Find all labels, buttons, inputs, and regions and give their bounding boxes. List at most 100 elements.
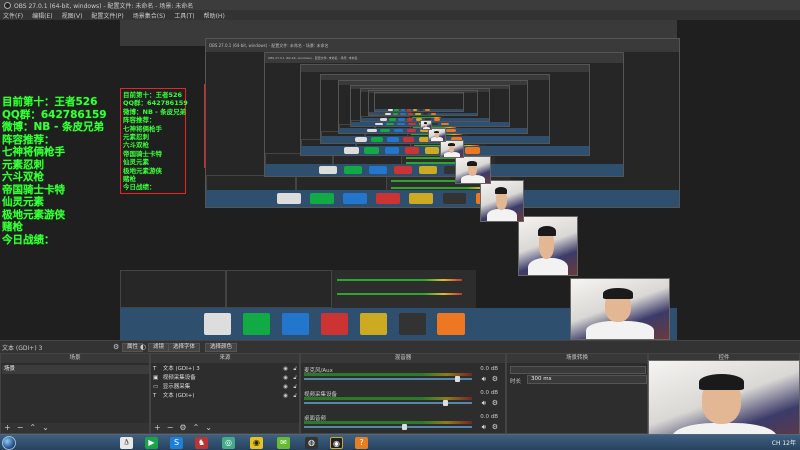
overlay-line: 元素忍刺 (2, 158, 44, 171)
audio-mixer-dock: 混音器 麦克风/Aux 0.0 dB 🔊︎ ⚙ 视频采集设备 0.0 dB 🔊︎… (300, 353, 506, 434)
browser-icon[interactable]: S (170, 437, 183, 449)
overlay-line: QQ群：642786159 (2, 108, 107, 121)
window-titlebar[interactable]: OBS 27.0.1 (64-bit, windows) - 配置文件: 未命名… (0, 0, 800, 10)
menu-bar: 文件(F) 编辑(E) 视图(V) 配置文件(P) 场景集合(S) 工具(T) … (0, 10, 800, 20)
add-source-button[interactable]: + (154, 424, 161, 432)
menu-profile[interactable]: 配置文件(P) (91, 11, 123, 20)
volume-meter (304, 421, 472, 424)
sources-dock: 来源 T 文本 (GDI+) 3 ◉ 🔓︎ ▣ 视频采集设备 ◉ 🔓︎ ▭ 显示… (150, 353, 300, 434)
lock-icon[interactable]: 🔓︎ (293, 392, 297, 401)
overlay-line: 微博：NB - 条皮兄弟 (2, 121, 104, 133)
volume-slider-handle[interactable] (455, 376, 460, 382)
nested-webcam (518, 216, 578, 276)
move-up-icon[interactable]: ⌃ (193, 424, 200, 432)
source-name: 文本 (GDI+) (162, 393, 195, 399)
start-button[interactable] (2, 436, 16, 450)
game-icon[interactable]: ♞ (195, 437, 208, 449)
nested-titlebar (375, 93, 463, 95)
move-down-icon[interactable]: ⌄ (42, 424, 49, 432)
gear-icon[interactable]: ⚙ (492, 375, 498, 383)
chat-icon[interactable]: ◉ (250, 437, 263, 449)
remove-source-button[interactable]: − (167, 424, 174, 432)
scene-transitions-dock: 场景转换 时长 300 ms (506, 353, 648, 434)
scenes-dock-title: 场景 (1, 354, 149, 363)
source-item[interactable]: ▭ 显示器采集 ◉ 🔓︎ (153, 383, 298, 392)
select-color-button[interactable]: 选择颜色 (205, 343, 238, 352)
obs-window-icon[interactable]: ◉ (330, 437, 343, 449)
source-item[interactable]: ▣ 视频采集设备 ◉ 🔓︎ (153, 374, 298, 383)
speaker-icon[interactable]: 🔊︎ (482, 399, 486, 408)
nested-window-title: OBS 27.0.1 (64-bit, windows) - 配置文件: 未命名… (209, 43, 329, 48)
visibility-eye-icon[interactable]: ◉ (283, 392, 288, 401)
visibility-eye-icon[interactable]: ◉ (283, 383, 288, 392)
remove-scene-button[interactable]: − (17, 424, 24, 432)
menu-help[interactable]: 帮助(H) (204, 11, 225, 20)
overlay-line: 极地元素游侠 (2, 208, 65, 221)
preview-canvas[interactable]: 目前第十：王者526 QQ群：642786159 微博：NB - 条皮兄弟 阵容… (0, 20, 800, 340)
source-toolbar: 文本 (GDI+) 3 ⚙ 属性 ◐ 滤镜 选择字体 选择颜色 (0, 340, 800, 353)
speaker-icon[interactable]: 🔊︎ (482, 375, 486, 384)
source-name: 显示器采集 (162, 384, 191, 390)
gear-icon[interactable]: ⚙ (492, 423, 498, 431)
menu-edit[interactable]: 编辑(E) (32, 11, 52, 20)
nested-taskbar (206, 190, 679, 207)
source-settings-icon[interactable]: ⚙ (179, 424, 186, 432)
move-down-icon[interactable]: ⌄ (205, 424, 212, 432)
mixer-dock-title: 混音器 (301, 354, 505, 363)
speaker-icon[interactable]: 🔊︎ (482, 423, 486, 432)
filters-button[interactable]: 滤镜 (148, 343, 170, 352)
select-font-button[interactable]: 选择字体 (168, 343, 201, 352)
mixer-channel: 麦克风/Aux 0.0 dB 🔊︎ ⚙ (304, 366, 502, 384)
gear-icon[interactable]: ⚙ (492, 399, 498, 407)
scene-list-item[interactable]: 场景 (2, 365, 149, 374)
overlay-line: 目前第十：王者526 (2, 96, 98, 108)
overlay-line: 赌枪 (2, 221, 23, 233)
nested-webcam (480, 180, 524, 222)
add-scene-button[interactable]: + (4, 424, 11, 432)
menu-file[interactable]: 文件(F) (3, 11, 23, 20)
qq-icon[interactable]: 🐧︎ (120, 437, 133, 449)
move-up-icon[interactable]: ⌃ (29, 424, 36, 432)
menu-tools[interactable]: 工具(T) (174, 11, 194, 20)
duration-input[interactable]: 300 ms (527, 375, 647, 384)
lock-icon[interactable]: 🔓︎ (293, 383, 297, 392)
gear-icon[interactable]: ⚙ (113, 343, 119, 351)
media-player-icon[interactable]: ▶ (145, 437, 158, 449)
mixer-channel: 视频采集设备 0.0 dB 🔊︎ ⚙ (304, 390, 502, 408)
text-source-icon: T (153, 366, 157, 372)
channel-db: 0.0 dB (480, 390, 498, 396)
transition-select[interactable] (510, 366, 646, 374)
monitor-icon: ▭ (153, 384, 159, 390)
overlay-line: 今日战绩： (2, 233, 55, 246)
app-icon[interactable]: ✉ (277, 437, 290, 449)
nested-sources-panel (225, 269, 332, 308)
volume-slider-handle[interactable] (402, 424, 407, 430)
volume-slider-handle[interactable] (443, 400, 448, 406)
overlay-line: 阵容推荐： (2, 133, 55, 146)
selected-source-label: 文本 (GDI+) 3 (2, 345, 43, 352)
overlay-line: 帝国骑士卡特 (2, 183, 65, 196)
nested-titlebar (301, 65, 589, 73)
volume-slider[interactable] (304, 378, 472, 380)
lock-icon[interactable]: 🔓︎ (293, 374, 297, 383)
nested-webcam (440, 140, 464, 158)
chrome-icon[interactable]: ◎ (222, 437, 235, 449)
volume-meter (304, 373, 472, 376)
overlay-text-large: 目前第十：王者526 QQ群：642786159 微博：NB - 条皮兄弟 阵容… (2, 96, 107, 246)
source-item[interactable]: T 文本 (GDI+) ◉ 🔓︎ (153, 392, 298, 401)
nested-webcam (455, 156, 491, 184)
source-item[interactable]: T 文本 (GDI+) 3 ◉ 🔓︎ (153, 365, 298, 374)
help-icon[interactable]: ? (355, 437, 368, 449)
menu-view[interactable]: 视图(V) (62, 11, 83, 20)
lock-icon[interactable]: 🔓︎ (293, 365, 297, 374)
visibility-eye-icon[interactable]: ◉ (283, 374, 288, 383)
visibility-eye-icon[interactable]: ◉ (283, 365, 288, 374)
system-tray: CH 12年 (771, 440, 796, 447)
obs-taskbar-icon[interactable]: ◍ (305, 437, 318, 449)
source-name: 视频采集设备 (162, 375, 196, 381)
overlay-line: 六斗双枪 (2, 171, 44, 183)
nested-webcam (420, 120, 432, 130)
nested-mixer-panel (331, 269, 477, 308)
volume-slider[interactable] (304, 426, 472, 428)
menu-scene-collection[interactable]: 场景集合(S) (133, 11, 166, 20)
